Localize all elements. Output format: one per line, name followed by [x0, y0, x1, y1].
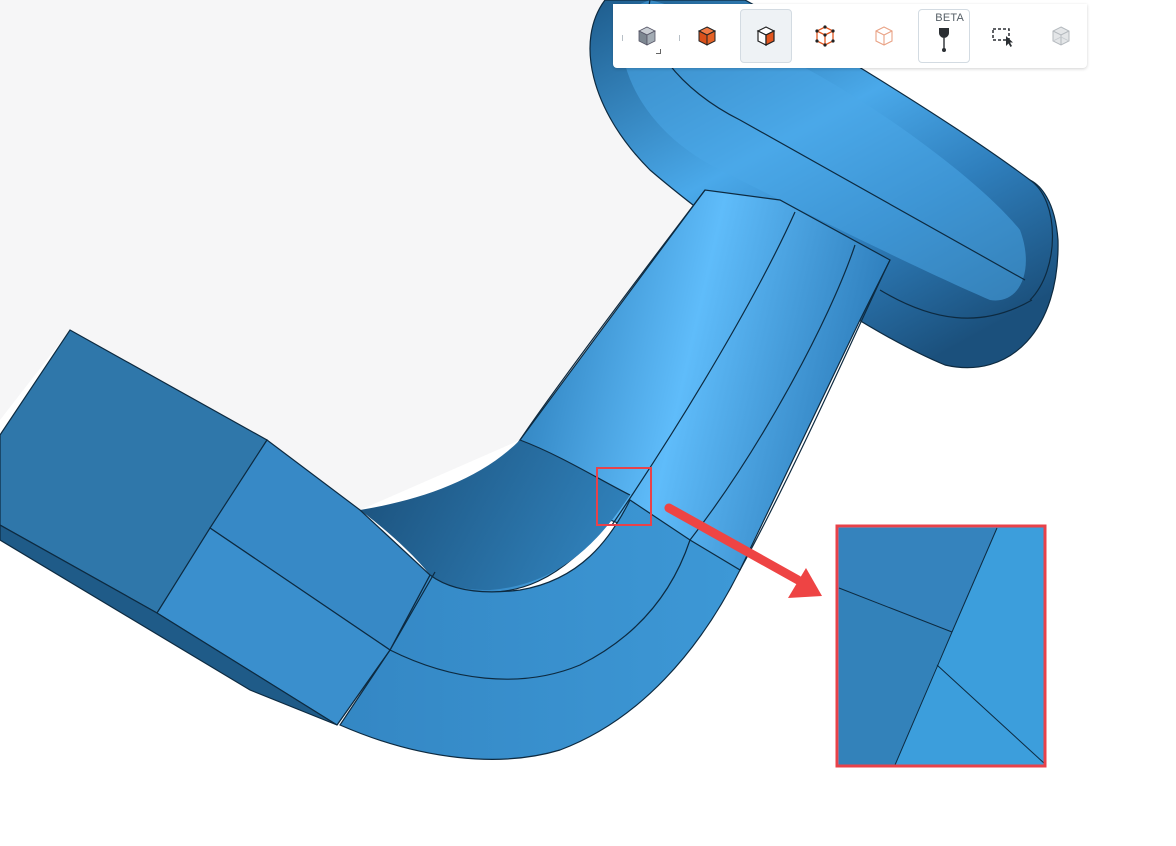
beta-badge: BETA	[935, 12, 964, 24]
show-hidden-button[interactable]	[1035, 9, 1087, 63]
cube-view-icon	[638, 26, 656, 46]
select-vertices-button[interactable]	[858, 9, 910, 63]
separator-left	[622, 35, 623, 41]
cube-volume-select-icon	[697, 26, 717, 46]
selection-toolbar: BETA	[613, 4, 1087, 68]
expand-corner-icon	[656, 49, 661, 54]
select-edges-button[interactable]	[799, 9, 851, 63]
zoom-inset	[835, 524, 1047, 768]
select-faces-button[interactable]	[740, 9, 792, 63]
select-volumes-button[interactable]	[681, 9, 733, 63]
cube-face-select-icon	[756, 26, 776, 46]
view-cube-button[interactable]	[621, 9, 673, 63]
cube-vertex-select-icon	[875, 26, 893, 46]
pin-probe-icon	[939, 28, 949, 52]
box-select-button[interactable]	[977, 9, 1029, 63]
separator-right	[679, 35, 680, 41]
point-probe-button[interactable]: BETA	[918, 9, 970, 63]
cube-hidden-icon	[1052, 26, 1070, 46]
box-select-icon	[992, 28, 1013, 47]
3d-viewport[interactable]	[0, 0, 1176, 846]
cube-edge-select-icon	[815, 25, 835, 47]
